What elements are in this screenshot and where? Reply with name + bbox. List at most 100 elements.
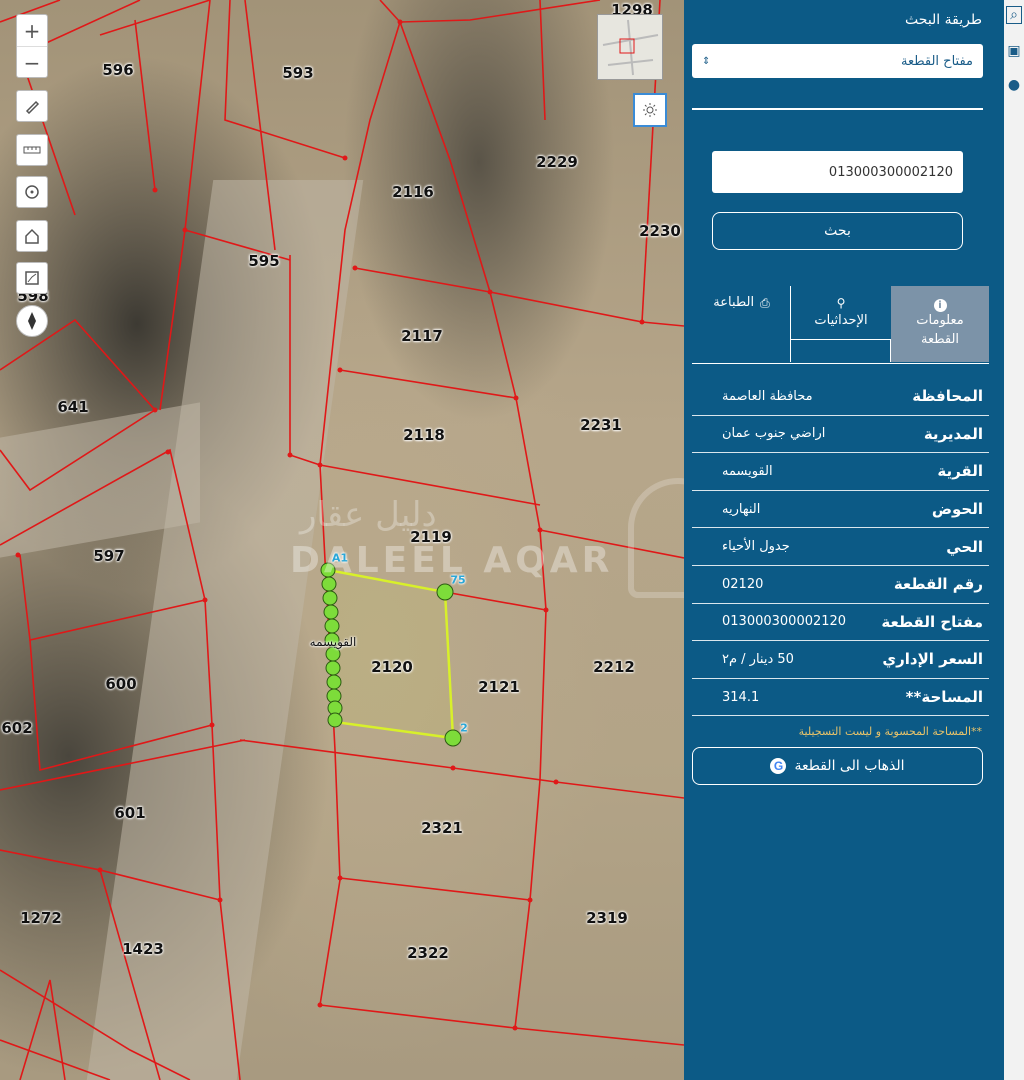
overview-map-image	[602, 19, 659, 76]
parcel-number-label[interactable]: 2321	[421, 819, 463, 837]
parcel-number-label[interactable]: 2231	[580, 416, 622, 434]
google-icon: G	[770, 758, 787, 774]
info-key: المساحة**	[905, 688, 983, 707]
ruler-icon	[23, 146, 41, 154]
overview-map[interactable]	[597, 14, 663, 80]
vertex-label: 2	[460, 721, 468, 735]
info-row: القرية القويسمه	[692, 453, 989, 491]
search-method-value: مفتاح القطعة	[900, 53, 973, 69]
parcel-number-label[interactable]: 2117	[401, 327, 443, 345]
parcel-number-label[interactable]: 595	[248, 252, 279, 270]
parcel-key-input[interactable]: 013000300002120	[712, 151, 963, 193]
zoom-out-button[interactable]: −	[17, 47, 47, 79]
locate-button[interactable]	[16, 176, 48, 208]
info-row: رقم القطعة 02120	[692, 566, 989, 604]
info-key: المديرية	[923, 424, 983, 443]
street-label: القويسمه	[309, 635, 357, 649]
location-pin-icon: ●	[1007, 77, 1021, 93]
selected-parcel-outline	[326, 568, 455, 740]
info-value: 013000300002120	[722, 614, 847, 630]
parcel-number-label[interactable]: 1423	[122, 940, 164, 958]
info-value: جدول الأحياء	[722, 539, 790, 555]
info-value: محافظة العاصمة	[722, 388, 813, 404]
info-row: المحافظة محافظة العاصمة	[692, 378, 989, 416]
parcel-number-label[interactable]: 2120	[371, 658, 413, 676]
parcel-number-label[interactable]: 2118	[403, 426, 445, 444]
parcel-number-label[interactable]: 641	[57, 398, 88, 416]
parcel-number-label[interactable]: 596	[102, 61, 133, 79]
compass-button[interactable]	[16, 305, 48, 337]
info-tabs: i معلومات القطعة ⚲ الإحداثيات ⎙ الطباعة	[692, 286, 989, 364]
info-key: مفتاح القطعة	[881, 612, 983, 631]
zoom-in-button[interactable]: +	[17, 15, 47, 47]
goto-parcel-button[interactable]: الذهاب الى القطعة G	[692, 747, 983, 785]
tab-divider	[890, 340, 891, 362]
parcel-number-label[interactable]: 2121	[478, 678, 520, 696]
search-method-title: طريقة البحث	[905, 12, 982, 28]
info-row: المساحة** 314.1	[692, 679, 989, 717]
info-key: الحوض	[931, 500, 983, 519]
layers-button[interactable]	[16, 262, 48, 294]
crosshair-icon	[25, 185, 39, 199]
parcel-number-label[interactable]: 2212	[593, 658, 635, 676]
search-button[interactable]: بحث	[712, 212, 963, 250]
parcel-number-label[interactable]: 597	[93, 547, 124, 565]
info-key: السعر الإداري	[882, 650, 983, 669]
info-key: القرية	[937, 462, 983, 481]
pencil-icon	[25, 100, 40, 114]
parcel-number-label[interactable]: 2230	[639, 222, 681, 240]
search-method-select[interactable]: مفتاح القطعة ⇕	[692, 44, 983, 78]
home-button[interactable]	[16, 220, 48, 252]
search-tool-button[interactable]: ⌕	[1006, 6, 1022, 24]
info-value: اراضي جنوب عمان	[722, 426, 826, 442]
info-row: الحي جدول الأحياء	[692, 528, 989, 566]
updown-icon: ⇕	[702, 55, 711, 67]
parcel-number-label[interactable]: 2322	[407, 944, 449, 962]
parcel-number-label[interactable]: 601	[114, 804, 145, 822]
info-key: الحي	[946, 537, 983, 556]
info-value: 50 دينار / م٢	[722, 651, 794, 667]
search-icon: ⌕	[1010, 7, 1018, 23]
info-row: السعر الإداري 50 دينار / م٢	[692, 641, 989, 679]
parcel-number-label[interactable]: 2116	[392, 183, 434, 201]
info-icon: i	[933, 299, 947, 313]
parcel-info-table: المحافظة محافظة العاصمة المديرية اراضي جنوب…	[692, 378, 989, 717]
map-view[interactable]: دليل عقار DALEEL AQAR 596 593 1298 2116 2229…	[0, 0, 684, 1080]
divider	[692, 108, 983, 110]
location-tool-button[interactable]: ●	[1006, 76, 1022, 94]
chart-icon	[25, 271, 39, 285]
tab-label: الطباعة	[713, 294, 755, 310]
parcel-number-label[interactable]: 2319	[586, 909, 628, 927]
vertex-label: 75	[450, 573, 466, 587]
parcel-number-label[interactable]: 593	[282, 64, 313, 82]
info-value: 02120	[722, 576, 764, 592]
basemap-toggle-button[interactable]	[633, 93, 667, 127]
info-value: النهاريه	[722, 501, 761, 517]
tab-coordinates[interactable]: ⚲ الإحداثيات	[791, 286, 891, 340]
draw-button[interactable]	[16, 90, 48, 122]
tab-print[interactable]: ⎙ الطباعة	[692, 286, 791, 320]
layers-icon: ▣	[1007, 43, 1021, 59]
parcel-number-label[interactable]: 1272	[20, 909, 62, 927]
tab-parcel-info[interactable]: i معلومات القطعة	[891, 286, 989, 362]
side-panel: طريقة البحث مفتاح القطعة ⇕ 0130003000021…	[684, 0, 1004, 1080]
area-note: **المساحة المحسوبة و ليست التسجيلية	[798, 725, 982, 738]
printer-icon: ⎙	[760, 295, 770, 310]
pin-icon: ⚲	[836, 296, 846, 310]
info-value: 314.1	[722, 689, 760, 705]
measure-button[interactable]	[16, 134, 48, 166]
info-row: مفتاح القطعة 013000300002120	[692, 604, 989, 642]
parcel-number-label[interactable]: 600	[105, 675, 136, 693]
zoom-control: + −	[16, 14, 48, 78]
info-key: رقم القطعة	[893, 575, 983, 594]
info-key: المحافظة	[912, 387, 983, 406]
parcel-number-label[interactable]: 2229	[536, 153, 578, 171]
tab-label: الإحداثيات	[814, 312, 868, 328]
info-value: القويسمه	[722, 463, 773, 479]
tab-label: معلومات القطعة	[916, 313, 964, 347]
goto-label: الذهاب الى القطعة	[794, 758, 905, 774]
parcel-number-label[interactable]: 602	[1, 719, 32, 737]
layers-tool-button[interactable]: ▣	[1006, 42, 1022, 60]
parcel-number-label[interactable]: 2119	[410, 528, 452, 546]
vertex-label: A1	[331, 551, 349, 565]
